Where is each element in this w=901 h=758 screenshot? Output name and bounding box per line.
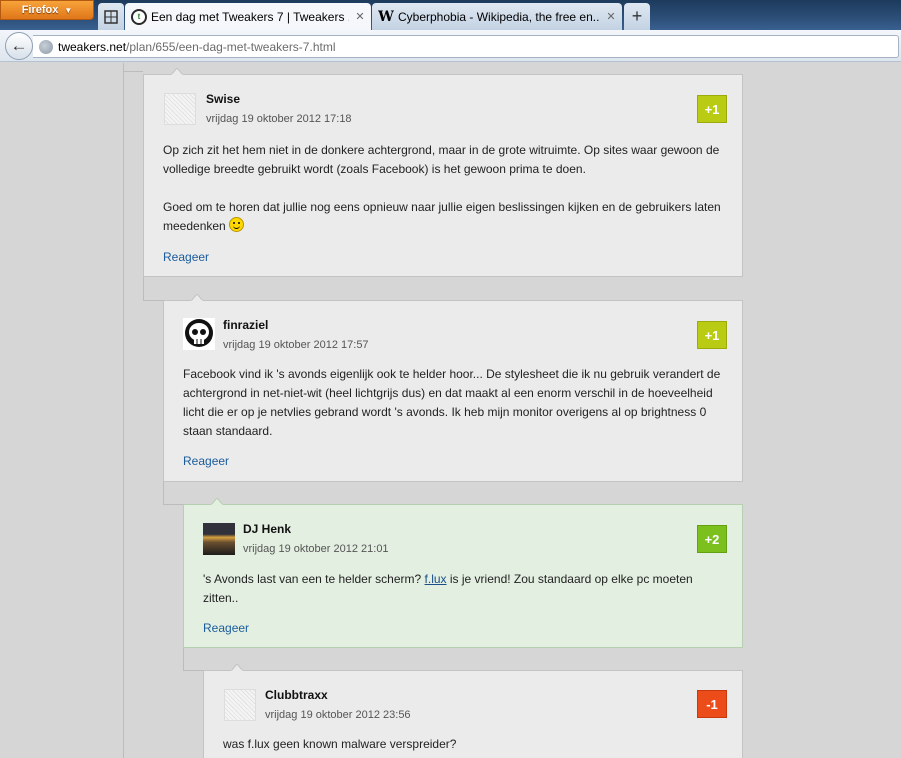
grid-icon — [104, 9, 118, 24]
thread-line — [143, 300, 163, 301]
comment-body: Facebook vind ik 's avonds eigenlijk ook… — [183, 365, 728, 441]
comment-paragraph: Goed om te horen dat jullie nog eens opn… — [163, 200, 721, 233]
comment-author[interactable]: Clubbtraxx — [265, 688, 328, 702]
caret-down-icon: ▼ — [64, 5, 73, 15]
navigation-bar: ← tweakers.net/plan/655/een-dag-met-twea… — [0, 30, 901, 62]
thread-line — [143, 276, 144, 300]
reply-link[interactable]: Reageer — [183, 454, 229, 468]
comment-notch — [191, 294, 203, 302]
address-bar[interactable]: tweakers.net/plan/655/een-dag-met-tweake… — [33, 35, 899, 58]
comment: Clubbtraxx vrijdag 19 oktober 2012 23:56… — [203, 664, 743, 758]
avatar[interactable] — [183, 318, 215, 350]
thread-line — [163, 504, 183, 505]
comment-body: 's Avonds last van een te helder scherm?… — [203, 570, 723, 608]
tab-title: Cyberphobia - Wikipedia, the free en... — [398, 9, 600, 24]
page-content: Swise vrijdag 19 oktober 2012 17:18 +1 O… — [0, 63, 901, 758]
tab-title: Een dag met Tweakers 7 | Tweakers .p... — [151, 9, 349, 24]
comment-notch — [211, 498, 223, 506]
back-button[interactable]: ← — [5, 32, 33, 60]
avatar[interactable] — [164, 93, 196, 125]
smiley-icon — [229, 217, 245, 232]
tweakers-favicon-icon: t — [131, 8, 147, 25]
url-path: /plan/655/een-dag-met-tweakers-7.html — [126, 39, 336, 54]
reply-link[interactable]: Reageer — [203, 621, 249, 635]
score-badge[interactable]: +1 — [697, 95, 727, 123]
comment-date: vrijdag 19 oktober 2012 17:18 — [206, 113, 352, 125]
comment: Swise vrijdag 19 oktober 2012 17:18 +1 O… — [143, 68, 743, 277]
tab-bar: Firefox ▼ t Een dag met Tweakers 7 | Twe… — [0, 0, 901, 30]
url-text: tweakers.net/plan/655/een-dag-met-tweake… — [58, 40, 335, 54]
comment-date: vrijdag 19 oktober 2012 21:01 — [243, 543, 389, 555]
score-badge[interactable]: +1 — [697, 321, 727, 349]
plus-icon: + — [631, 6, 643, 26]
comment-text: 's Avonds last van een te helder scherm? — [203, 572, 425, 586]
firefox-menu-label: Firefox — [21, 4, 59, 16]
comment-paragraph: Facebook vind ik 's avonds eigenlijk ook… — [183, 367, 721, 438]
app-tabs-button[interactable] — [98, 3, 124, 30]
score-badge[interactable]: -1 — [697, 690, 727, 718]
comment-author[interactable]: finraziel — [223, 318, 268, 332]
score-badge[interactable]: +2 — [697, 525, 727, 553]
comment-paragraph: was f.lux geen known malware verspreider… — [223, 737, 457, 751]
thread-line — [123, 71, 143, 72]
thread-line — [183, 648, 184, 670]
url-host: tweakers.net — [58, 39, 127, 54]
tab-wikipedia[interactable]: W Cyberphobia - Wikipedia, the free en..… — [372, 3, 622, 30]
comment-date: vrijdag 19 oktober 2012 23:56 — [265, 709, 411, 721]
comment: finraziel vrijdag 19 oktober 2012 17:57 … — [163, 294, 743, 482]
firefox-menu-button[interactable]: Firefox ▼ — [0, 0, 94, 20]
comment-body: Op zich zit het hem niet in de donkere a… — [163, 141, 728, 236]
arrow-left-icon: ← — [10, 36, 28, 55]
thread-line — [183, 670, 203, 671]
close-tab-icon[interactable]: ✕ — [604, 10, 618, 23]
comment: DJ Henk vrijdag 19 oktober 2012 21:01 +2… — [183, 498, 743, 648]
flux-link[interactable]: f.lux — [425, 572, 447, 586]
avatar[interactable] — [224, 689, 256, 721]
skull-avatar-icon — [185, 319, 213, 347]
comment-date: vrijdag 19 oktober 2012 17:57 — [223, 339, 369, 351]
comment-author[interactable]: Swise — [206, 92, 240, 106]
thread-line — [123, 63, 124, 758]
comment-notch — [171, 68, 183, 76]
close-tab-icon[interactable]: ✕ — [353, 10, 367, 23]
thread-line — [163, 481, 164, 504]
comment-paragraph: Op zich zit het hem niet in de donkere a… — [163, 143, 720, 176]
comment-notch — [231, 664, 243, 672]
comment-body: was f.lux geen known malware verspreider… — [223, 735, 723, 754]
reply-link[interactable]: Reageer — [163, 250, 209, 264]
tab-tweakers[interactable]: t Een dag met Tweakers 7 | Tweakers .p..… — [125, 3, 371, 30]
globe-icon — [39, 39, 53, 54]
new-tab-button[interactable]: + — [624, 3, 650, 30]
wikipedia-favicon-icon: W — [378, 8, 394, 25]
avatar[interactable] — [203, 523, 235, 555]
comment-author[interactable]: DJ Henk — [243, 522, 291, 536]
